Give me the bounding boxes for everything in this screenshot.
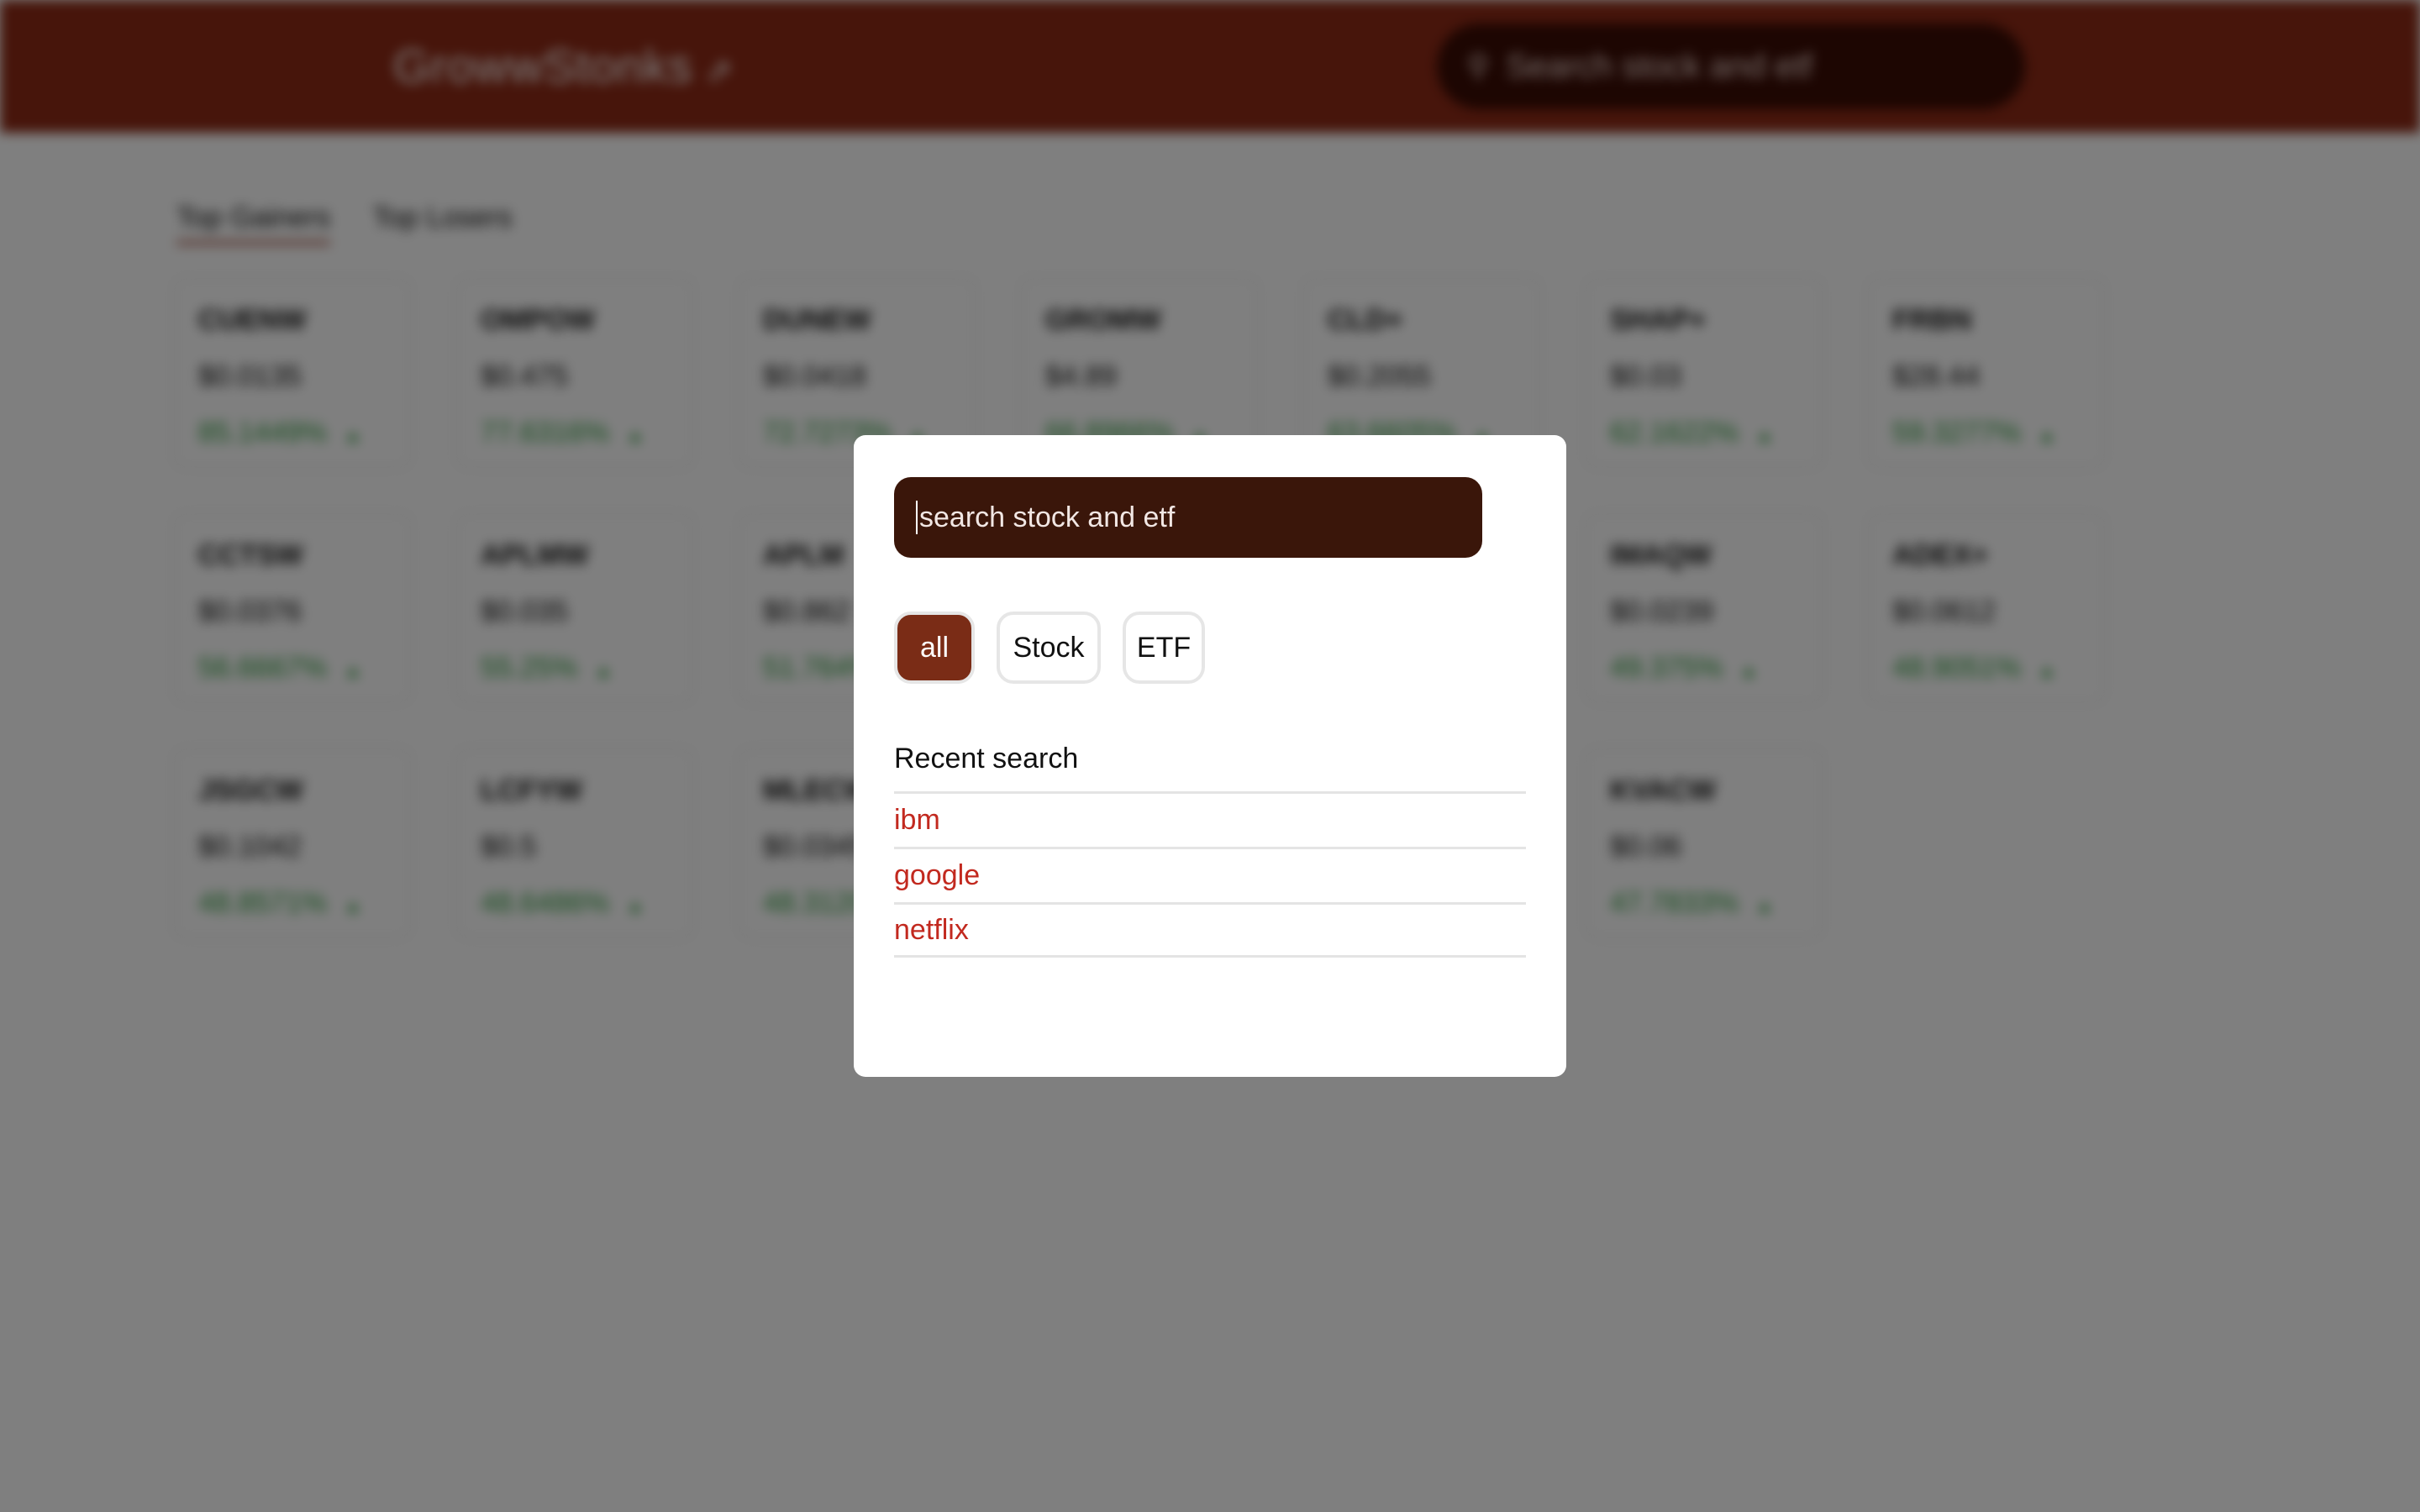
recent-search-list: ibm google netflix (894, 791, 1526, 958)
recent-search-heading: Recent search (894, 743, 1079, 774)
filter-stock-button[interactable]: Stock (997, 612, 1101, 684)
search-input-placeholder: search stock and etf (919, 501, 1176, 533)
text-caret (916, 501, 918, 534)
search-input[interactable]: search stock and etf (894, 477, 1482, 558)
filter-all-button[interactable]: all (894, 612, 975, 684)
recent-search-item[interactable]: ibm (894, 791, 1526, 847)
filter-etf-button[interactable]: ETF (1123, 612, 1205, 684)
filter-chip-group: all Stock ETF (894, 612, 1205, 684)
recent-search-item[interactable]: netflix (894, 902, 1526, 958)
search-modal: search stock and etf all Stock ETF Recen… (854, 435, 1566, 1077)
recent-search-item[interactable]: google (894, 847, 1526, 902)
